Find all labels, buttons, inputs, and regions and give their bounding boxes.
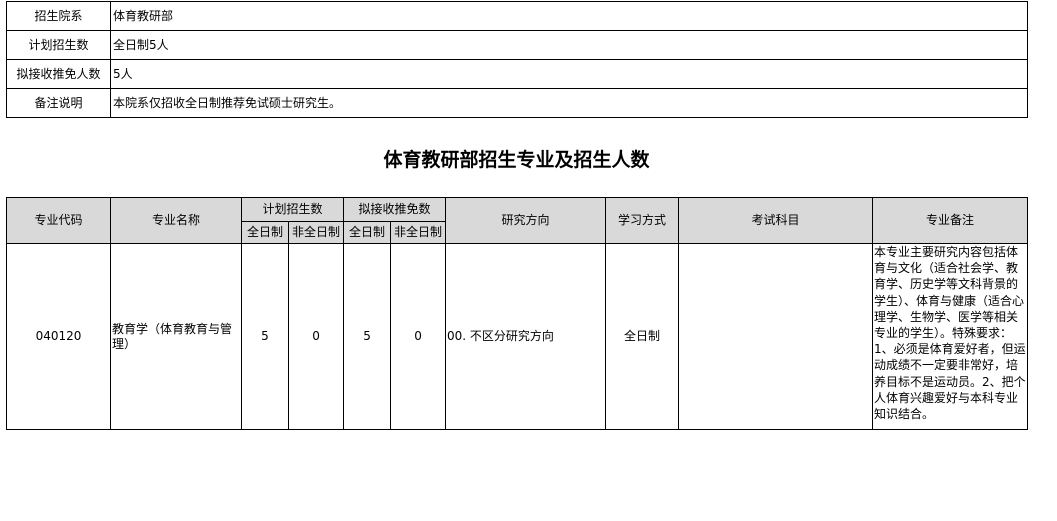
cell-rec-part: 0 — [390, 243, 447, 430]
cell-rec-full: 5 — [343, 243, 392, 430]
info-label: 备注说明 — [6, 88, 111, 118]
header-direction: 研究方向 — [445, 197, 607, 244]
cell-exam-subjects — [678, 243, 874, 430]
header-study-mode: 学习方式 — [605, 197, 680, 244]
cell-plan-full: 5 — [241, 243, 289, 430]
header-exam-subjects: 考试科目 — [678, 197, 874, 244]
cell-name: 教育学（体育教育与管理） — [110, 243, 242, 430]
info-label: 招生院系 — [6, 1, 111, 31]
header-row: 专业代码 专业名称 计划招生数 拟接收推免数 研究方向 学习方式 考试科目 专业… — [6, 197, 1029, 244]
header-remarks: 专业备注 — [872, 197, 1029, 244]
info-value: 本院系仅招收全日制推荐免试硕士研究生。 — [110, 88, 1028, 118]
college-info-table: 招生院系 体育教研部 计划招生数 全日制5人 拟接收推免人数 5人 备注说明 本… — [6, 1, 1028, 118]
cell-direction: 00. 不区分研究方向 — [445, 243, 607, 430]
cell-remarks: 本专业主要研究内容包括体育与文化（适合社会学、教育学、历史学等文科背景的学生）、… — [872, 243, 1029, 430]
info-value: 5人 — [110, 59, 1028, 89]
info-row: 计划招生数 全日制5人 — [6, 30, 1028, 60]
table-row: 040120 教育学（体育教育与管理） 5 0 5 0 00. 不区分研究方向 … — [6, 243, 1029, 430]
header-rec-part-time: 非全日制 — [390, 221, 447, 244]
info-label: 计划招生数 — [6, 30, 111, 60]
section-title: 体育教研部招生专业及招生人数 — [383, 149, 650, 171]
info-value: 全日制5人 — [110, 30, 1028, 60]
header-plan-full-time: 全日制 — [241, 221, 289, 244]
info-row: 招生院系 体育教研部 — [6, 1, 1028, 31]
info-row: 备注说明 本院系仅招收全日制推荐免试硕士研究生。 — [6, 88, 1028, 118]
header-plan-group: 计划招生数 — [240, 197, 345, 222]
cell-study-mode: 全日制 — [605, 243, 680, 430]
info-row: 拟接收推免人数 5人 — [6, 59, 1028, 89]
header-recommend-group: 拟接收推免数 — [343, 197, 447, 222]
info-label: 拟接收推免人数 — [6, 59, 111, 89]
header-plan-part-time: 非全日制 — [287, 221, 345, 244]
cell-code: 040120 — [6, 243, 111, 430]
cell-plan-part: 0 — [287, 243, 345, 430]
majors-table: 专业代码 专业名称 计划招生数 拟接收推免数 研究方向 学习方式 考试科目 专业… — [6, 197, 1029, 430]
header-name: 专业名称 — [110, 197, 242, 244]
header-rec-full-time: 全日制 — [343, 221, 392, 244]
header-code: 专业代码 — [6, 197, 111, 244]
info-value: 体育教研部 — [110, 1, 1028, 31]
